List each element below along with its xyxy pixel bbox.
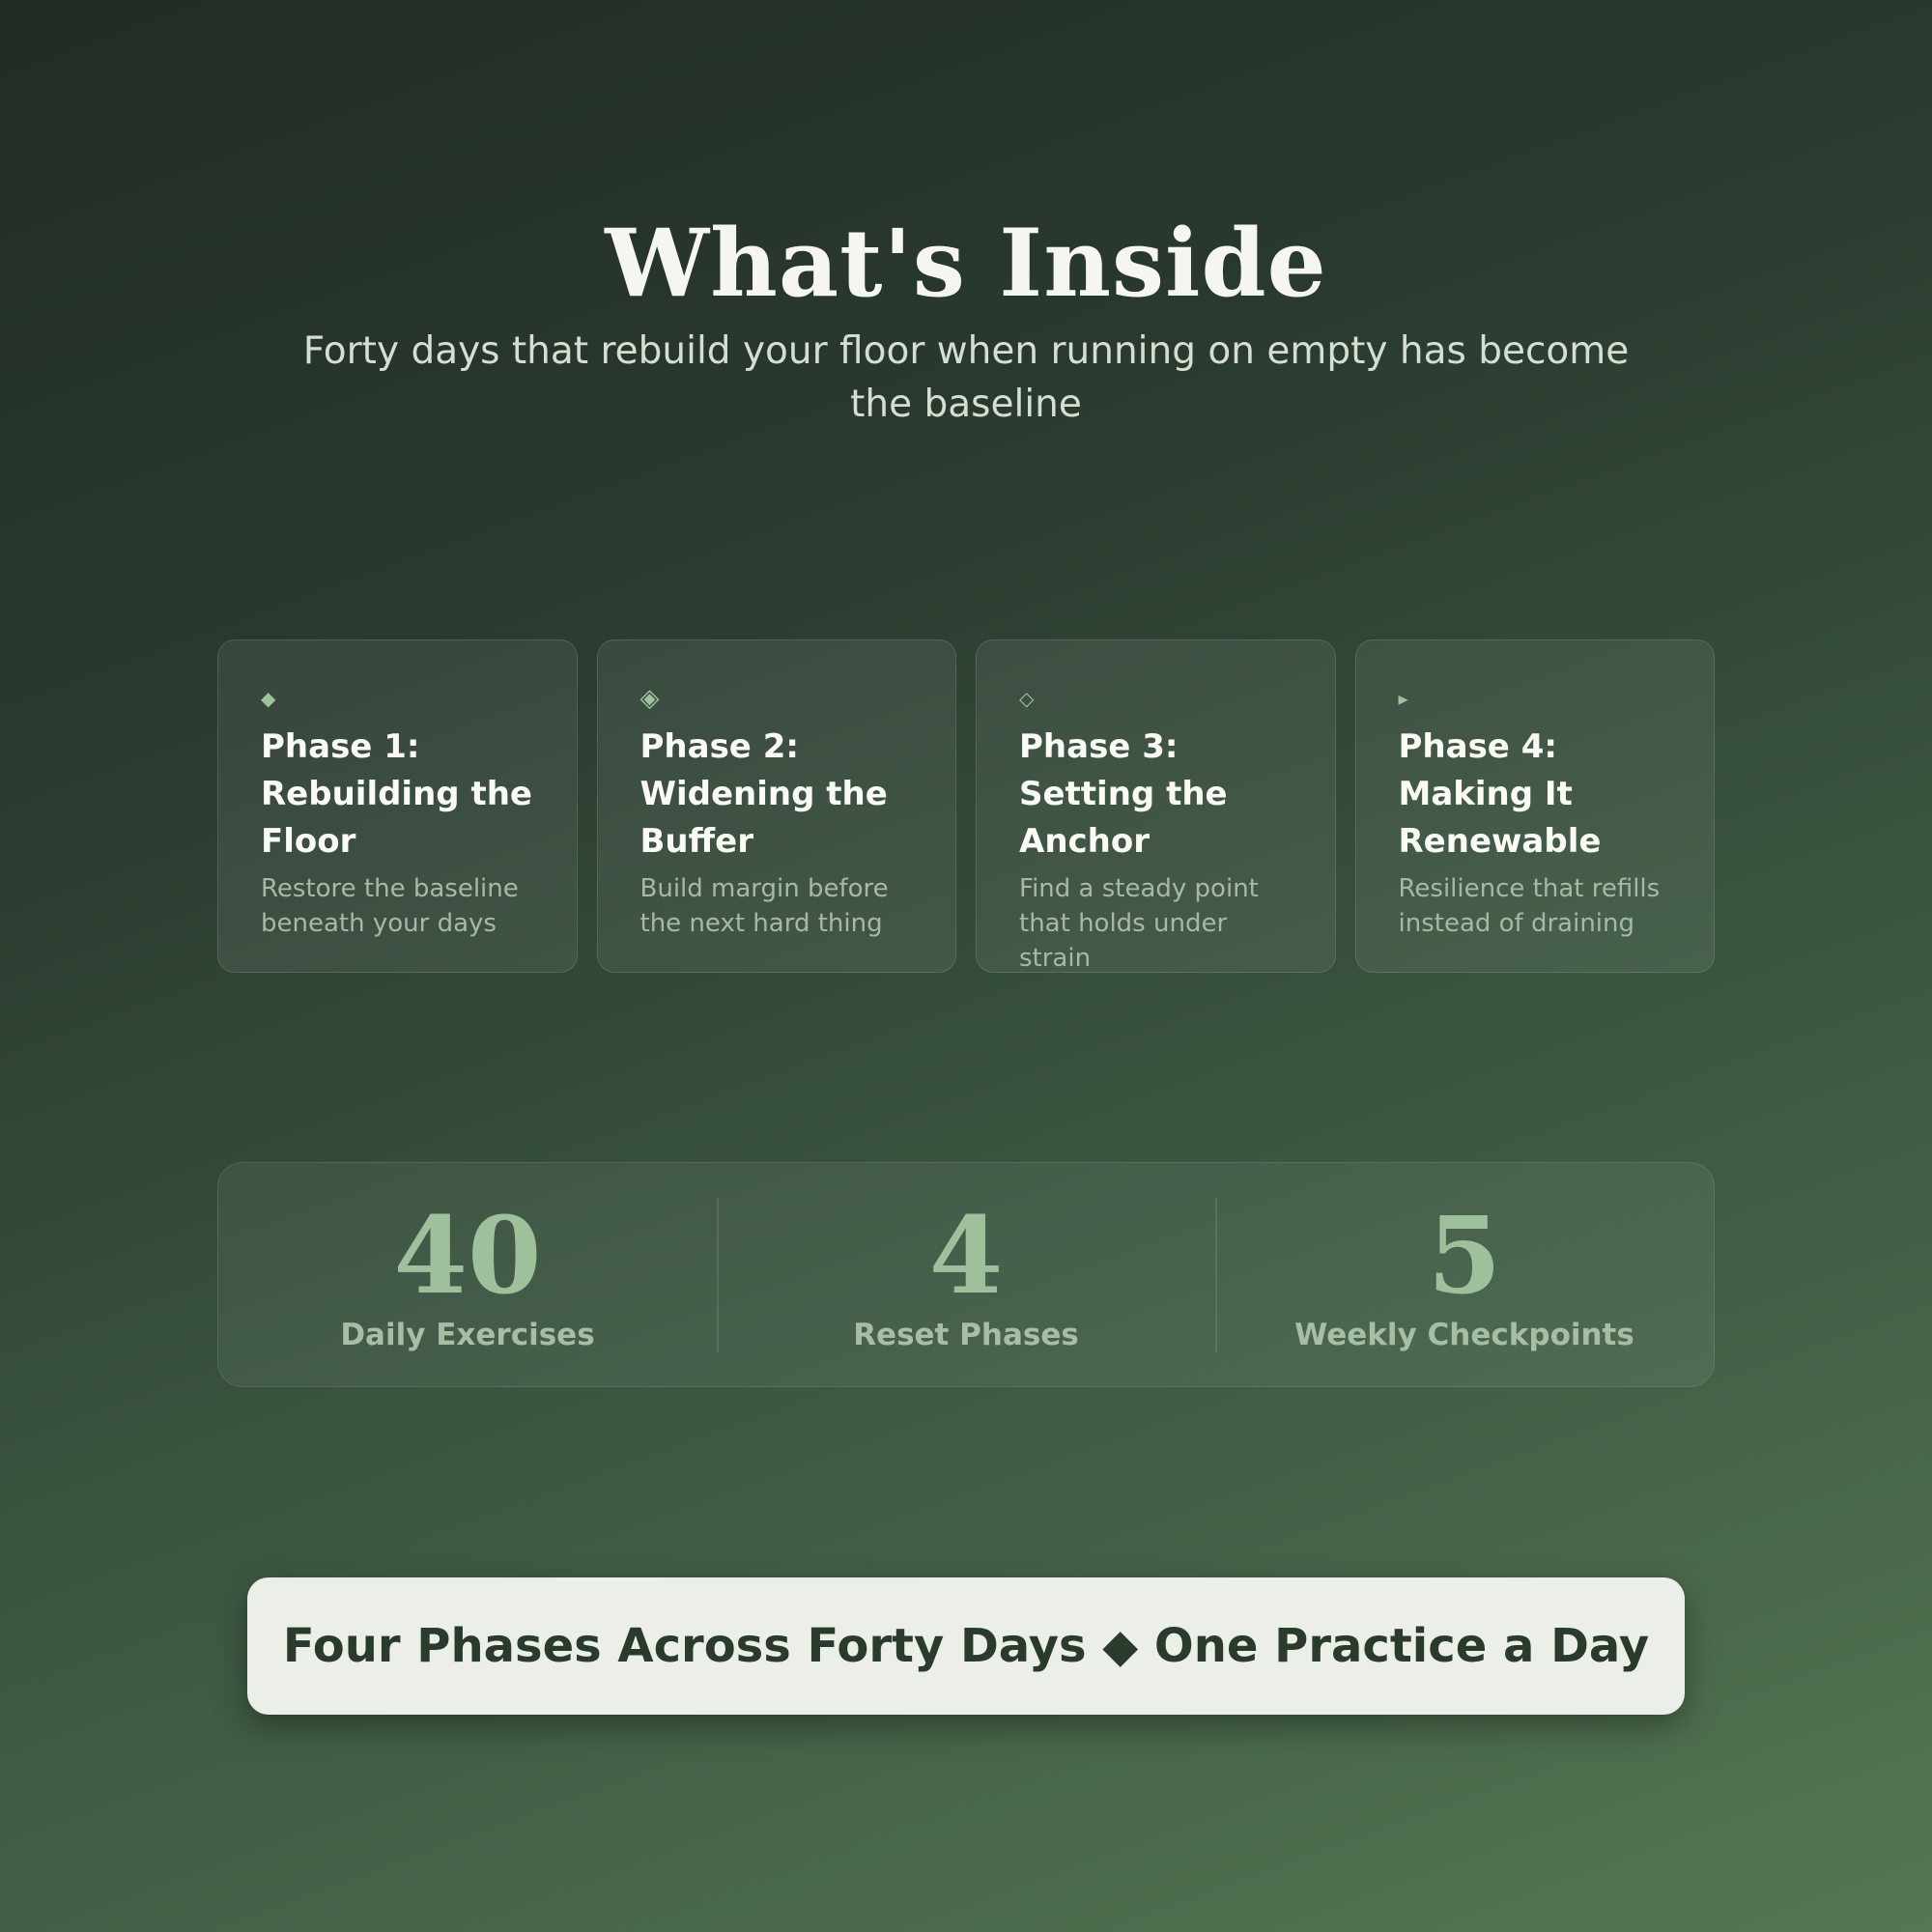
stat-number: 40: [393, 1192, 542, 1318]
stat-daily-exercises: 40 Daily Exercises: [218, 1192, 717, 1352]
outline-diamond-icon: ◇: [1019, 687, 1035, 710]
page-title: What's Inside: [605, 209, 1327, 318]
stat-reset-phases: 4 Reset Phases: [717, 1192, 1215, 1352]
phase-title: Phase 3: Setting the Anchor: [1019, 727, 1228, 861]
stat-label: Weekly Checkpoints: [1294, 1317, 1634, 1352]
phase-title: Phase 1: Rebuilding the Floor: [261, 727, 532, 861]
stat-weekly-checkpoints: 5 Weekly Checkpoints: [1215, 1192, 1714, 1352]
phase-card-4: ▸ Phase 4: Making It Renewable Resilienc…: [1354, 639, 1715, 973]
diamond-in-diamond-icon: ◈: [639, 684, 660, 713]
phase-description: Resilience that refills instead of drain…: [1398, 874, 1661, 938]
phase-title: Phase 4: Making It Renewable: [1398, 727, 1602, 861]
summary-banner: Four Phases Across Forty Days ◆ One Prac…: [247, 1577, 1685, 1715]
page-subtitle: Forty days that rebuild your floor when …: [302, 329, 1630, 426]
phase-card-3: ◇ Phase 3: Setting the Anchor Find a ste…: [976, 639, 1336, 973]
phase-description: Build margin before the next hard thing: [639, 874, 889, 938]
stat-number: 5: [1427, 1192, 1502, 1318]
phase-card-1: ◆ Phase 1: Rebuilding the Floor Restore …: [217, 639, 578, 973]
stat-label: Reset Phases: [853, 1317, 1079, 1352]
stats-panel: 40 Daily Exercises 4 Reset Phases 5 Week…: [217, 1162, 1715, 1387]
phase-title: Phase 2: Widening the Buffer: [639, 727, 888, 861]
filled-diamond-icon: ◆: [261, 687, 276, 710]
phase-card-2: ◈ Phase 2: Widening the Buffer Build mar…: [596, 639, 956, 973]
stat-label: Daily Exercises: [340, 1317, 595, 1352]
phase-description: Restore the baseline beneath your days: [261, 874, 519, 938]
play-triangle-icon: ▸: [1398, 687, 1408, 710]
phase-card-list: ◆ Phase 1: Rebuilding the Floor Restore …: [217, 639, 1715, 973]
stat-number: 4: [928, 1192, 1004, 1318]
phase-description: Find a steady point that holds under str…: [1019, 874, 1259, 973]
